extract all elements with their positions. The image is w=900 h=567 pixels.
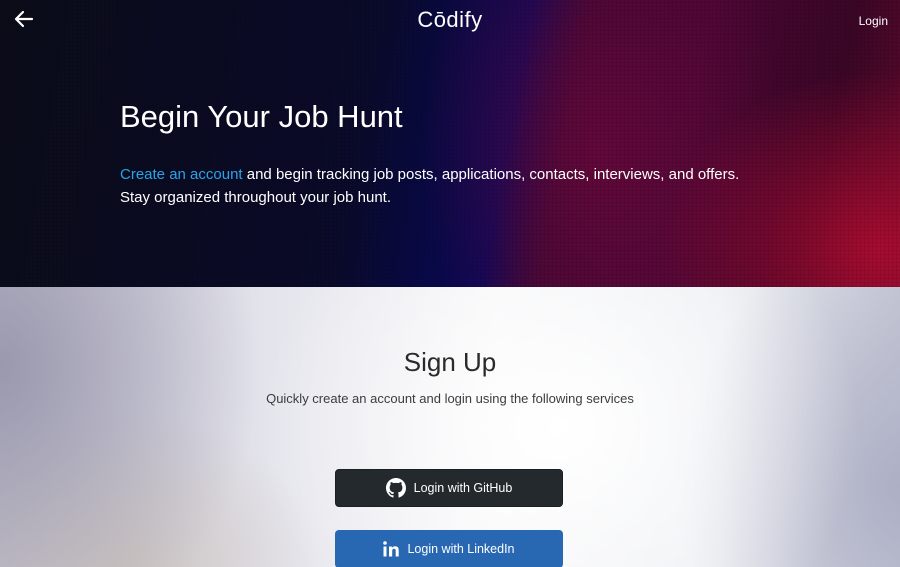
signup-subtitle: Quickly create an account and login usin…: [266, 391, 634, 406]
brand-logo[interactable]: Cōdify: [0, 7, 900, 33]
hero-description-line2: Stay organized throughout your job hunt.: [120, 189, 392, 206]
create-account-link[interactable]: Create an account: [120, 166, 243, 183]
login-linkedin-label: Login with LinkedIn: [407, 542, 515, 556]
hero-banner: Cōdify Login Begin Your Job Hunt Create …: [0, 0, 900, 287]
login-link[interactable]: Login: [859, 14, 888, 28]
signup-section: Sign Up Quickly create an account and lo…: [0, 287, 900, 567]
signup-title: Sign Up: [403, 347, 497, 377]
linkedin-icon: [383, 541, 400, 557]
github-icon: [385, 478, 406, 498]
hero-content: Begin Your Job Hunt Create an account an…: [120, 98, 800, 209]
login-linkedin-button[interactable]: Login with LinkedIn: [335, 530, 563, 567]
hero-description-text: and begin tracking job posts, applicatio…: [242, 166, 740, 183]
login-github-button[interactable]: Login with GitHub: [335, 469, 563, 507]
hero-title: Begin Your Job Hunt: [120, 99, 403, 134]
top-navbar: Cōdify Login: [0, 0, 900, 42]
login-github-label: Login with GitHub: [413, 481, 513, 495]
hero-description: Create an account and begin tracking job…: [120, 163, 800, 209]
